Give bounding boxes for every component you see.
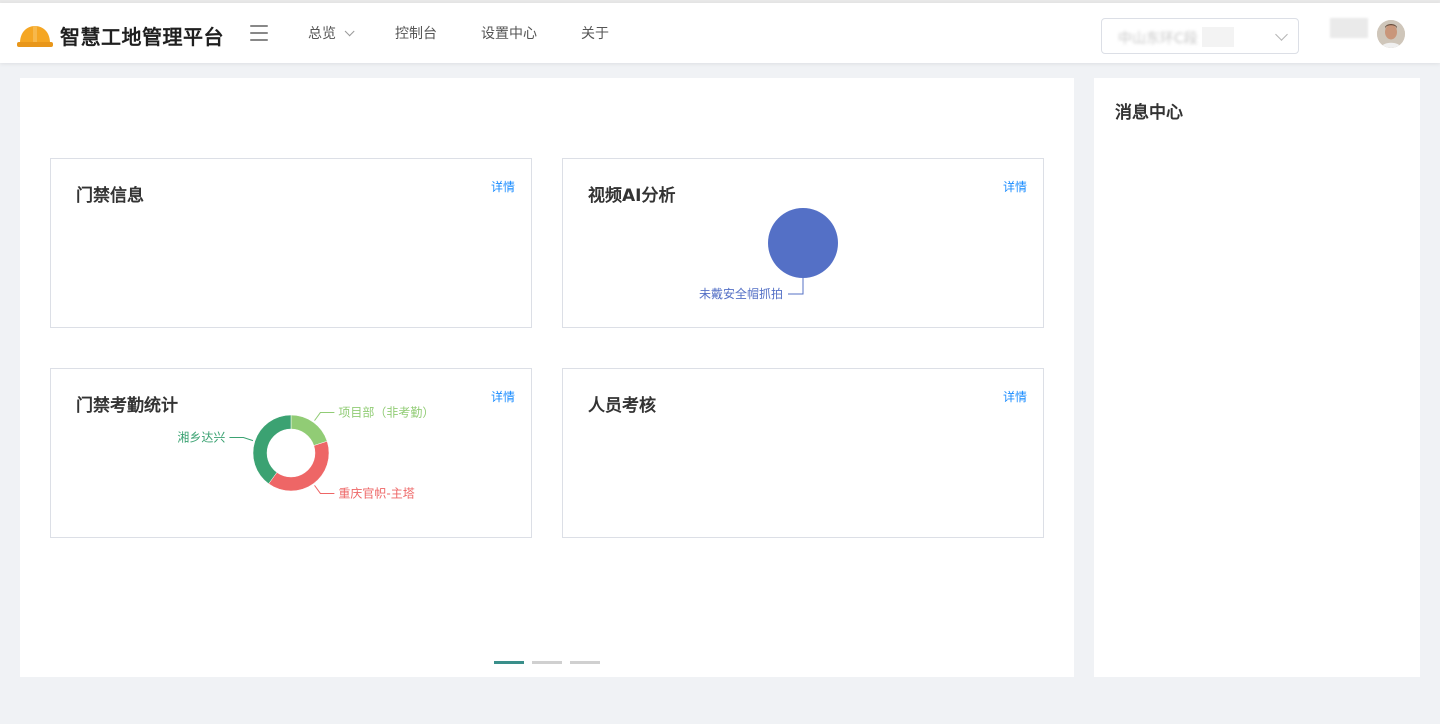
card-title: 门禁信息 (76, 186, 144, 206)
slice-label: 重庆官帜-主塔 (338, 485, 414, 500)
main-nav: 总览 控制台 设置中心 关于 (308, 3, 653, 63)
donut-slice[interactable] (268, 440, 330, 492)
hard-hat-icon (17, 25, 53, 47)
card-staff-assessment: 人员考核 详情 (562, 368, 1044, 538)
project-select[interactable]: 中山东环C段 (1101, 18, 1299, 54)
card-access-info: 门禁信息 详情 (50, 158, 532, 328)
label-leader-line (314, 485, 335, 494)
donut-slice[interactable] (290, 414, 328, 446)
slice-label: 湘乡达兴 (177, 430, 225, 445)
slice-label: 项目部（非考勤） (338, 405, 434, 420)
project-select-value: 中山东环C段 (1118, 31, 1198, 47)
slice-label: 未戴安全帽抓拍 (699, 286, 783, 301)
user-name-redacted (1330, 18, 1368, 38)
nav-settings-label: 设置中心 (481, 26, 537, 42)
message-center-panel: 消息中心 (1094, 78, 1420, 677)
nav-console-label: 控制台 (395, 26, 437, 42)
card-title: 人员考核 (588, 396, 656, 416)
avatar[interactable] (1377, 20, 1405, 48)
chevron-down-icon (344, 25, 355, 36)
carousel-pager (494, 661, 608, 664)
nav-overview[interactable]: 总览 (308, 23, 355, 43)
pager-dot[interactable] (532, 661, 562, 664)
nav-settings[interactable]: 设置中心 (481, 23, 537, 43)
donut-slice[interactable] (252, 414, 292, 485)
nav-overview-label: 总览 (308, 26, 336, 42)
redaction-box (1202, 27, 1234, 47)
nav-about[interactable]: 关于 (581, 23, 609, 43)
menu-toggle-icon[interactable] (250, 25, 268, 41)
app-title: 智慧工地管理平台 (60, 25, 224, 49)
logo[interactable]: 智慧工地管理平台 (17, 21, 224, 50)
ai-pie-chart: 未戴安全帽抓拍 (699, 208, 838, 301)
pager-dot[interactable] (494, 661, 524, 664)
user-photo-icon (1377, 20, 1405, 48)
top-header: 智慧工地管理平台 总览 控制台 设置中心 关于 中山东环C段 (0, 3, 1440, 63)
card-video-ai: 视频AI分析 详情 未戴安全帽抓拍 (562, 158, 1044, 328)
label-leader-line (229, 437, 254, 442)
pager-dot[interactable] (570, 661, 600, 664)
label-leader-line (314, 412, 335, 421)
nav-console[interactable]: 控制台 (395, 23, 437, 43)
chevron-down-icon (1275, 28, 1288, 41)
message-center-title: 消息中心 (1115, 103, 1183, 123)
detail-link[interactable]: 详情 (491, 178, 515, 195)
card-attendance-stats: 门禁考勤统计 详情 项目部（非考勤） 重庆官帜-主塔 湘乡达兴 (50, 368, 532, 538)
nav-about-label: 关于 (581, 26, 609, 42)
label-leader-line (788, 278, 804, 295)
detail-link[interactable]: 详情 (1003, 388, 1027, 405)
attendance-donut-chart: 项目部（非考勤） 重庆官帜-主塔 湘乡达兴 (177, 405, 434, 501)
dashboard-panel: 门禁信息 详情 视频AI分析 详情 未戴安全帽抓拍 门禁考勤统计 详情 项目部（… (20, 78, 1074, 677)
pie-slice[interactable] (768, 208, 838, 278)
